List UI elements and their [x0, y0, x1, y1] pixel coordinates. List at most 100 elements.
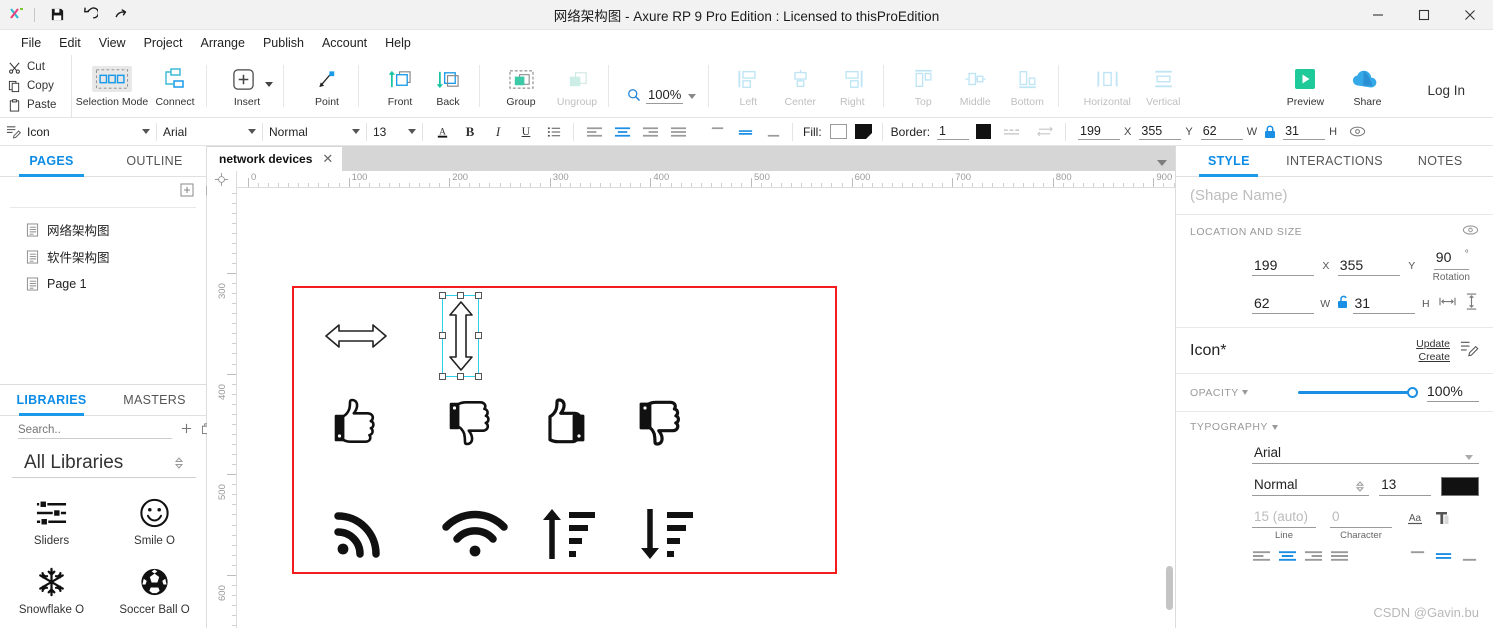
copy-button[interactable]: Copy	[8, 78, 71, 95]
resize-handle-ne[interactable]	[475, 292, 482, 299]
add-library-icon[interactable]	[180, 422, 193, 440]
lock-open-icon[interactable]	[1337, 295, 1349, 314]
library-search-input[interactable]	[18, 423, 172, 439]
eye-icon[interactable]	[1344, 121, 1370, 143]
lock-closed-icon[interactable]	[1261, 125, 1279, 139]
border-width-input[interactable]	[937, 123, 970, 140]
location-x-input[interactable]	[1252, 256, 1314, 276]
menu-view[interactable]: View	[90, 33, 135, 53]
border-color-swatch[interactable]	[976, 124, 992, 139]
italic-icon[interactable]: I	[485, 121, 511, 143]
y-input[interactable]	[1139, 123, 1182, 140]
canvas-icon-rss[interactable]	[330, 508, 386, 560]
text-align-right-icon[interactable]	[1304, 549, 1323, 568]
text-align-justify-icon[interactable]	[665, 121, 691, 143]
menu-file[interactable]: File	[12, 33, 50, 53]
shape-name-input[interactable]: (Shape Name)	[1176, 177, 1493, 215]
eye-icon[interactable]	[1462, 224, 1479, 239]
flip-horizontal-icon[interactable]	[1439, 294, 1456, 314]
library-item-soccer-ball-o[interactable]: Soccer Ball O	[103, 559, 206, 628]
page-item-1[interactable]: 软件架构图	[0, 243, 206, 270]
ungroup-button[interactable]: Ungroup	[546, 61, 608, 108]
widget-type-combo[interactable]: Icon	[0, 118, 156, 146]
valign-top-icon[interactable]	[1408, 549, 1427, 568]
bullet-list-icon[interactable]	[541, 121, 567, 143]
valign-bottom-icon[interactable]	[1460, 549, 1479, 568]
text-align-right-icon[interactable]	[637, 121, 663, 143]
library-item-snowflake-o[interactable]: Snowflake O	[0, 559, 103, 628]
redo-icon[interactable]	[105, 1, 137, 29]
page-item-2[interactable]: Page 1	[0, 270, 206, 297]
resize-handle-s[interactable]	[456, 373, 464, 380]
page-item-0[interactable]: 网络架构图	[0, 216, 206, 243]
tab-libraries[interactable]: LIBRARIES	[0, 385, 103, 416]
w-input[interactable]	[1200, 123, 1243, 140]
close-icon[interactable]: ✕	[322, 151, 333, 167]
border-style-icon[interactable]	[998, 121, 1024, 143]
resize-handle-se[interactable]	[475, 373, 482, 380]
share-button[interactable]: Share	[1336, 61, 1398, 108]
distribute-vertical-button[interactable]: Vertical	[1123, 61, 1203, 108]
menu-project[interactable]: Project	[135, 33, 192, 53]
update-style-link[interactable]: Update	[1416, 338, 1450, 350]
rotation-input[interactable]	[1433, 249, 1460, 267]
canvas-icon-thumbs-o-down[interactable]	[445, 396, 501, 448]
flip-vertical-icon[interactable]	[1464, 293, 1479, 315]
menu-account[interactable]: Account	[313, 33, 376, 53]
typography-font-size-input[interactable]	[1379, 476, 1432, 496]
preview-button[interactable]: Preview	[1274, 61, 1336, 108]
text-shadow-icon[interactable]	[1434, 510, 1450, 531]
fill-gradient-swatch[interactable]	[854, 124, 872, 139]
save-icon[interactable]	[41, 1, 73, 29]
create-style-link[interactable]: Create	[1418, 351, 1450, 363]
size-w-input[interactable]	[1252, 294, 1314, 314]
minimize-button[interactable]	[1355, 0, 1401, 30]
typography-font-weight-input[interactable]	[1252, 476, 1370, 496]
resize-handle-nw[interactable]	[439, 292, 446, 299]
canvas-icon-thumbs-up[interactable]	[537, 396, 593, 448]
design-canvas[interactable]	[237, 188, 1175, 628]
library-selector[interactable]: All Libraries	[12, 446, 196, 478]
tab-style[interactable]: STYLE	[1176, 146, 1282, 177]
chevron-down-icon[interactable]	[1465, 455, 1473, 460]
opacity-slider-knob[interactable]	[1407, 387, 1418, 398]
size-h-input[interactable]	[1352, 294, 1415, 314]
h-input[interactable]	[1283, 123, 1326, 140]
canvas-icon-sort-amount-desc[interactable]	[635, 506, 697, 562]
fill-color-swatch[interactable]	[829, 124, 847, 139]
valign-middle-icon[interactable]	[1434, 549, 1453, 568]
align-right-button[interactable]: Right	[821, 61, 883, 108]
maximize-button[interactable]	[1401, 0, 1447, 30]
canvas-tab-network-devices[interactable]: network devices ✕	[207, 147, 343, 171]
opacity-slider[interactable]	[1297, 386, 1418, 400]
text-underline-icon[interactable]: Aa	[1406, 510, 1424, 531]
valign-top-icon[interactable]	[704, 121, 730, 143]
menu-help[interactable]: Help	[376, 33, 420, 53]
insert-button[interactable]: Insert	[221, 61, 283, 108]
connect-button[interactable]: Connect	[144, 61, 206, 108]
back-button[interactable]: Back	[417, 61, 479, 108]
paste-button[interactable]: Paste	[8, 97, 71, 114]
selection-mode-button[interactable]: Selection Mode	[72, 61, 152, 108]
tab-interactions[interactable]: INTERACTIONS	[1282, 146, 1388, 176]
close-button[interactable]	[1447, 0, 1493, 30]
tab-pages[interactable]: PAGES	[0, 146, 103, 177]
resize-handle-e[interactable]	[475, 332, 482, 339]
menu-publish[interactable]: Publish	[254, 33, 313, 53]
text-align-center-icon[interactable]	[609, 121, 635, 143]
tab-notes[interactable]: NOTES	[1387, 146, 1493, 176]
arrow-style-icon[interactable]	[1031, 121, 1057, 143]
underline-icon[interactable]: U	[513, 121, 539, 143]
chevron-updown-icon[interactable]	[1355, 480, 1365, 493]
location-y-input[interactable]	[1337, 256, 1400, 276]
tab-masters[interactable]: MASTERS	[103, 385, 206, 415]
edit-style-icon[interactable]	[1460, 339, 1479, 362]
pages-search-input[interactable]	[18, 185, 172, 199]
opacity-value-input[interactable]	[1427, 383, 1479, 402]
font-size-combo[interactable]: 13	[367, 118, 422, 146]
text-align-justify-icon[interactable]	[1330, 549, 1349, 568]
typography-color-swatch[interactable]	[1441, 477, 1479, 496]
resize-handle-w[interactable]	[439, 332, 446, 339]
canvas-icon-arrows-h[interactable]	[322, 316, 390, 356]
cut-button[interactable]: Cut	[8, 59, 71, 76]
